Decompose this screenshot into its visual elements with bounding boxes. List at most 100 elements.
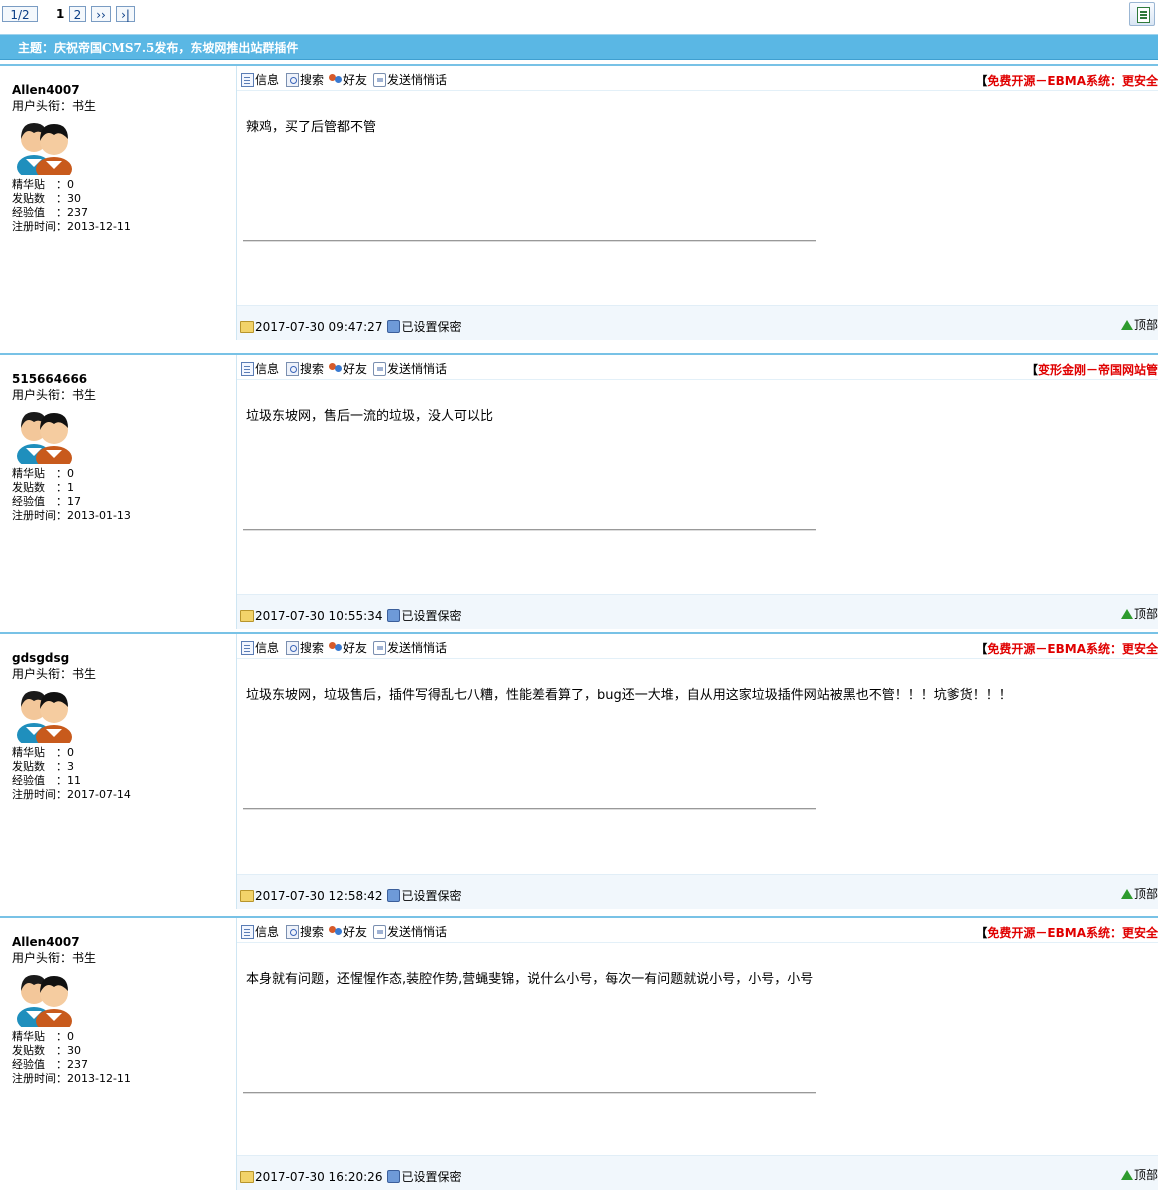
rss-icon[interactable]: [1129, 2, 1155, 26]
computer-icon: [387, 889, 401, 902]
info-icon: [241, 361, 254, 376]
post-content: 本身就有问题，还惺惺作态,装腔作势,营蝇斐锦，说什么小号，每次一有问题就说小号，…: [246, 972, 814, 987]
search-icon: [286, 361, 299, 376]
back-to-top-button[interactable]: 顶部: [1120, 605, 1158, 622]
post-toolbar: 信息 搜索 好友 发送悄悄话 【免费开源－EBMA系统：更安全: [237, 634, 1158, 659]
signature-divider: [243, 808, 816, 810]
search-button[interactable]: 搜索: [286, 360, 324, 377]
user-panel: Allen4007 用户头衔：书生 精华贴 ：0 发贴数 ：30 经验值 ：23…: [0, 918, 237, 1190]
info-icon: [241, 924, 254, 939]
post-time: 2017-07-30 09:47:27 已设置保密: [240, 318, 461, 335]
add-friend-button[interactable]: 好友: [329, 923, 367, 940]
search-icon: [286, 924, 299, 939]
folder-icon: [240, 889, 254, 902]
user-title: 用户头衔：书生: [12, 388, 97, 402]
info-button[interactable]: 信息: [241, 639, 279, 656]
user-title: 用户头衔：书生: [12, 667, 97, 681]
last-page-button[interactable]: ›|: [116, 6, 135, 22]
post-time: 2017-07-30 10:55:34 已设置保密: [240, 607, 461, 624]
post-content: 垃圾东坡网，垃圾售后，插件写得乱七八糟，性能差看算了，bug还一大堆，自从用这家…: [246, 688, 1012, 703]
friends-icon: [329, 362, 342, 376]
friends-icon: [329, 73, 342, 87]
search-button[interactable]: 搜索: [286, 639, 324, 656]
post-footer: 2017-07-30 12:58:42 已设置保密 顶部: [237, 874, 1158, 909]
username[interactable]: Allen4007: [12, 83, 80, 97]
post-footer: 2017-07-30 09:47:27 已设置保密 顶部: [237, 305, 1158, 340]
user-panel: gdsgdsg 用户头衔：书生 精华贴 ：0 发贴数 ：3 经验值 ：11 注册…: [0, 634, 237, 909]
message-icon: [373, 72, 386, 87]
add-friend-button[interactable]: 好友: [329, 71, 367, 88]
info-button[interactable]: 信息: [241, 71, 279, 88]
post-toolbar: 信息 搜索 好友 发送悄悄话 【免费开源－EBMA系统：更安全: [237, 66, 1158, 91]
post-3: gdsgdsg 用户头衔：书生 精华贴 ：0 发贴数 ：3 经验值 ：11 注册…: [0, 632, 1158, 909]
post-content: 辣鸡，买了后管都不管: [246, 120, 377, 135]
signature-divider: [243, 529, 816, 531]
next-page-button[interactable]: ››: [91, 6, 111, 22]
arrow-up-icon: [1120, 608, 1133, 619]
search-button[interactable]: 搜索: [286, 71, 324, 88]
back-to-top-button[interactable]: 顶部: [1120, 1166, 1158, 1183]
post-content: 垃圾东坡网，售后一流的垃圾，没人可以比: [246, 409, 494, 424]
info-button[interactable]: 信息: [241, 360, 279, 377]
ad-link[interactable]: 【变形金刚－帝国网站管: [1026, 361, 1158, 378]
user-stats: 精华贴 ：0 发贴数 ：30 经验值 ：237 注册时间：2013-12-11: [12, 1030, 131, 1085]
message-icon: [373, 361, 386, 376]
add-friend-button[interactable]: 好友: [329, 639, 367, 656]
back-to-top-button[interactable]: 顶部: [1120, 885, 1158, 902]
computer-icon: [387, 1170, 401, 1183]
arrow-up-icon: [1120, 888, 1133, 899]
user-panel: Allen4007 用户头衔：书生 精华贴 ：0 发贴数 ：30 经验值 ：23…: [0, 66, 237, 340]
folder-icon: [240, 320, 254, 333]
post-time: 2017-07-30 16:20:26 已设置保密: [240, 1168, 461, 1185]
ad-link[interactable]: 【免费开源－EBMA系统：更安全: [975, 72, 1158, 89]
user-avatar-icon: [17, 975, 72, 1027]
user-avatar-icon: [17, 691, 72, 743]
username[interactable]: 515664666: [12, 372, 87, 386]
whisper-button[interactable]: 发送悄悄话: [373, 923, 447, 940]
post-footer: 2017-07-30 10:55:34 已设置保密 顶部: [237, 594, 1158, 629]
user-stats: 精华贴 ：0 发贴数 ：30 经验值 ：237 注册时间：2013-12-11: [12, 178, 131, 233]
whisper-button[interactable]: 发送悄悄话: [373, 71, 447, 88]
search-icon: [286, 640, 299, 655]
post-2: 515664666 用户头衔：书生 精华贴 ：0 发贴数 ：1 经验值 ：17 …: [0, 353, 1158, 629]
page-2-link[interactable]: 2: [69, 6, 86, 22]
folder-icon: [240, 609, 254, 622]
back-to-top-button[interactable]: 顶部: [1120, 316, 1158, 333]
ad-link[interactable]: 【免费开源－EBMA系统：更安全: [975, 924, 1158, 941]
post-1: Allen4007 用户头衔：书生 精华贴 ：0 发贴数 ：30 经验值 ：23…: [0, 64, 1158, 340]
pager-bar: 1/2 1 2 ›› ›|: [0, 0, 1158, 32]
info-icon: [241, 640, 254, 655]
user-title: 用户头衔：书生: [12, 951, 97, 965]
username[interactable]: Allen4007: [12, 935, 80, 949]
info-button[interactable]: 信息: [241, 923, 279, 940]
user-avatar-icon: [17, 123, 72, 175]
whisper-button[interactable]: 发送悄悄话: [373, 360, 447, 377]
current-page: 1: [56, 7, 65, 21]
post-toolbar: 信息 搜索 好友 发送悄悄话 【免费开源－EBMA系统：更安全: [237, 918, 1158, 943]
user-stats: 精华贴 ：0 发贴数 ：3 经验值 ：11 注册时间：2017-07-14: [12, 746, 131, 801]
computer-icon: [387, 609, 401, 622]
friends-icon: [329, 641, 342, 655]
folder-icon: [240, 1170, 254, 1183]
topic-title: 主题：庆祝帝国CMS7.5发布，东坡网推出站群插件: [18, 41, 299, 55]
post-4: Allen4007 用户头衔：书生 精华贴 ：0 发贴数 ：30 经验值 ：23…: [0, 916, 1158, 1190]
page-indicator: 1/2: [2, 6, 38, 22]
computer-icon: [387, 320, 401, 333]
topic-title-bar: 主题：庆祝帝国CMS7.5发布，东坡网推出站群插件: [0, 34, 1158, 60]
user-panel: 515664666 用户头衔：书生 精华贴 ：0 发贴数 ：1 经验值 ：17 …: [0, 355, 237, 629]
search-icon: [286, 72, 299, 87]
post-toolbar: 信息 搜索 好友 发送悄悄话 【变形金刚－帝国网站管: [237, 355, 1158, 380]
signature-divider: [243, 1092, 816, 1094]
message-icon: [373, 640, 386, 655]
ad-link[interactable]: 【免费开源－EBMA系统：更安全: [975, 640, 1158, 657]
search-button[interactable]: 搜索: [286, 923, 324, 940]
user-title: 用户头衔：书生: [12, 99, 97, 113]
friends-icon: [329, 925, 342, 939]
user-stats: 精华贴 ：0 发贴数 ：1 经验值 ：17 注册时间：2013-01-13: [12, 467, 131, 522]
post-time: 2017-07-30 12:58:42 已设置保密: [240, 887, 461, 904]
whisper-button[interactable]: 发送悄悄话: [373, 639, 447, 656]
add-friend-button[interactable]: 好友: [329, 360, 367, 377]
post-footer: 2017-07-30 16:20:26 已设置保密 顶部: [237, 1155, 1158, 1190]
arrow-up-icon: [1120, 319, 1133, 330]
username[interactable]: gdsgdsg: [12, 651, 69, 665]
